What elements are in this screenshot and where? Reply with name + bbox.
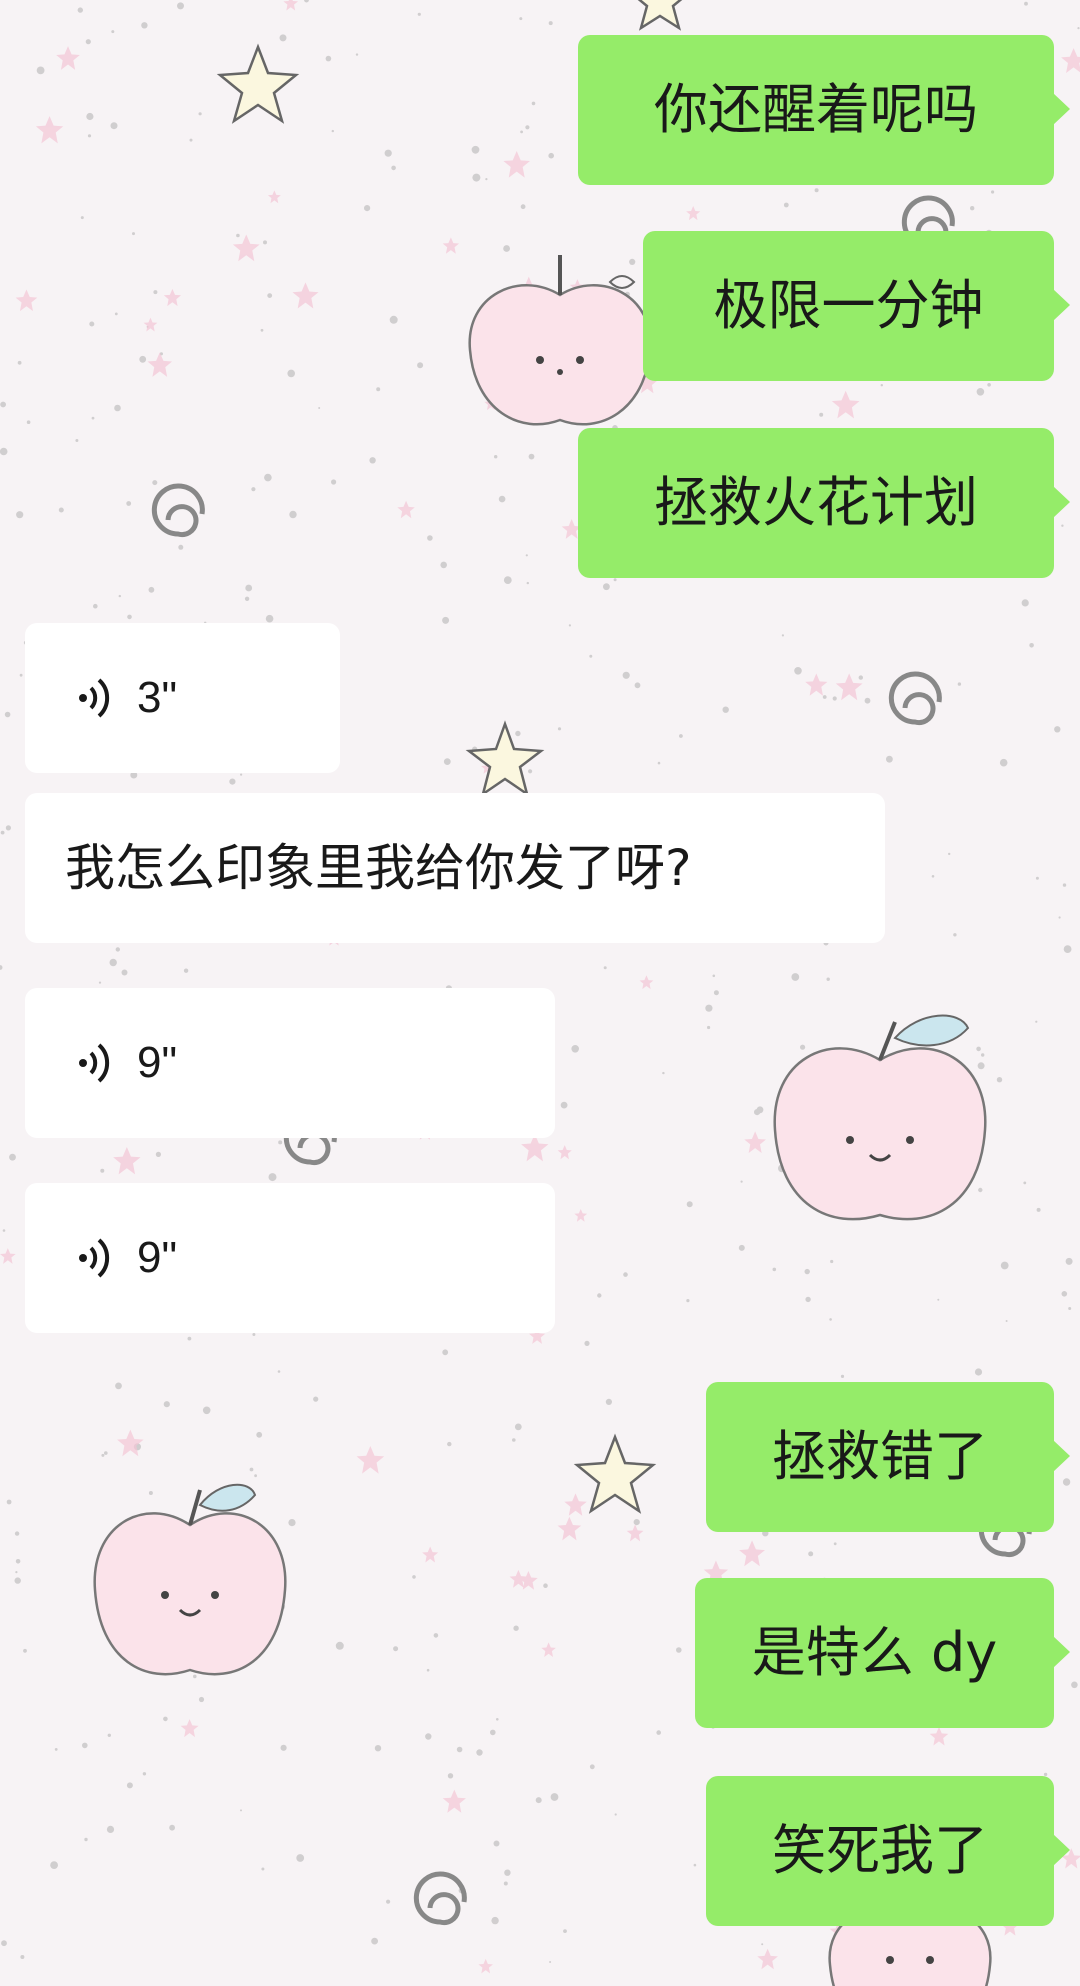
voice-wave-icon	[79, 1043, 110, 1083]
voice-duration: 9"	[137, 1233, 178, 1282]
voice-message[interactable]: 3"	[25, 623, 340, 773]
voice-message[interactable]: 9"	[25, 988, 555, 1138]
message-outgoing[interactable]: 拯救错了	[706, 1382, 1070, 1532]
voice-message[interactable]: 9"	[25, 1183, 555, 1333]
voice-wave-icon	[79, 678, 110, 718]
message-outgoing[interactable]: 拯救火花计划	[578, 428, 1070, 578]
voice-duration: 3"	[137, 673, 178, 722]
message-outgoing[interactable]: 你还醒着呢吗	[578, 35, 1070, 185]
message-incoming[interactable]: 我怎么印象里我给你发了呀?	[25, 793, 885, 943]
voice-wave-icon	[79, 1238, 110, 1278]
message-outgoing[interactable]: 笑死我了	[706, 1776, 1070, 1926]
message-outgoing[interactable]: 极限一分钟	[643, 231, 1070, 381]
message-outgoing[interactable]: 是特么 dy	[695, 1578, 1070, 1728]
voice-duration: 9"	[137, 1038, 178, 1087]
